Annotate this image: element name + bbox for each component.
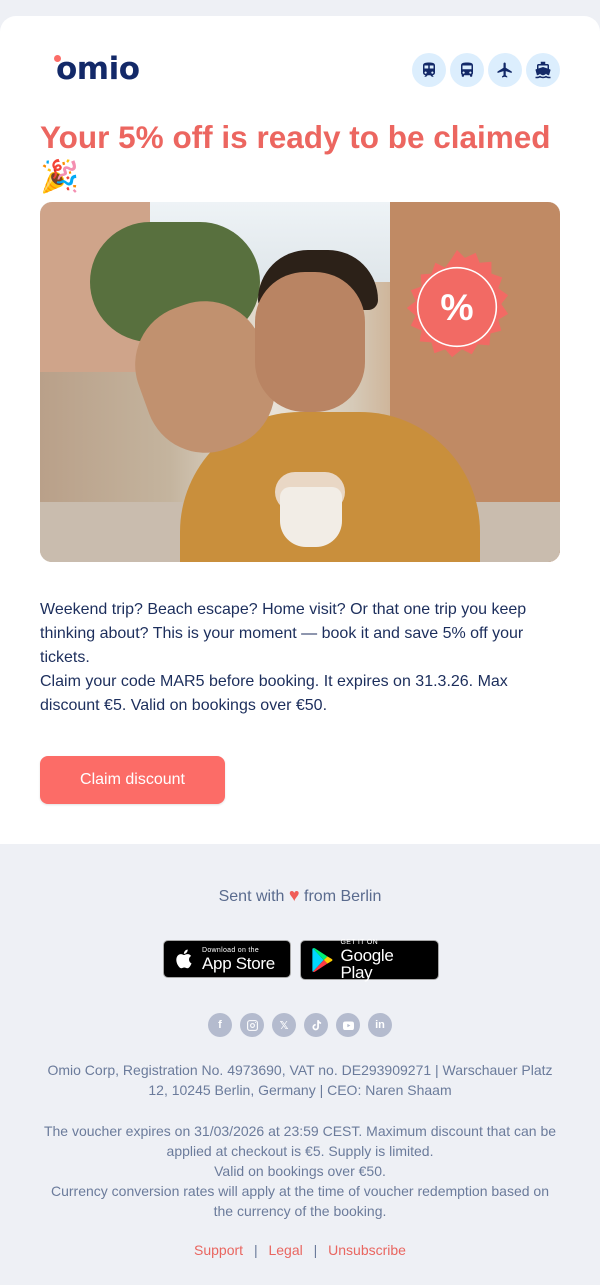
youtube-icon[interactable] xyxy=(336,1013,360,1037)
linkedin-icon[interactable]: in xyxy=(368,1013,392,1037)
app-store-badges: Download on the App Store GET IT ON Goog… xyxy=(163,939,439,981)
app-store-big: App Store xyxy=(202,953,275,973)
legal-link[interactable]: Legal xyxy=(268,1242,302,1258)
google-play-big: Google Play xyxy=(340,946,394,982)
hero-person-head xyxy=(255,272,365,412)
tiktok-icon[interactable] xyxy=(304,1013,328,1037)
hero-cup xyxy=(280,487,342,547)
app-store-button[interactable]: Download on the App Store xyxy=(163,940,291,978)
claim-discount-button[interactable]: Claim discount xyxy=(40,756,225,804)
company-info: Omio Corp, Registration No. 4973690, VAT… xyxy=(47,1062,553,1098)
instagram-icon[interactable] xyxy=(240,1013,264,1037)
badge-symbol: % xyxy=(440,286,473,328)
app-store-small: Download on the xyxy=(202,946,260,954)
logo-text: omio xyxy=(56,51,140,87)
body-paragraph-1: Weekend trip? Beach escape? Home visit? … xyxy=(40,601,527,666)
heart-icon: ♥ xyxy=(288,885,300,905)
link-separator: | xyxy=(313,1242,318,1258)
apple-icon xyxy=(176,949,192,969)
hero-image: % xyxy=(40,202,560,562)
percent-badge-icon: % xyxy=(406,249,509,358)
google-play-icon xyxy=(312,947,333,973)
body-copy: Weekend trip? Beach escape? Home visit? … xyxy=(40,598,560,718)
plane-icon[interactable] xyxy=(488,53,522,87)
sent-prefix: Sent with xyxy=(218,888,285,905)
train-icon[interactable] xyxy=(412,53,446,87)
app-store-label: Download on the App Store xyxy=(202,947,275,972)
sent-suffix: from Berlin xyxy=(304,888,382,905)
link-separator: | xyxy=(253,1242,258,1258)
body-paragraph-2: Claim your code MAR5 before booking. It … xyxy=(40,673,508,714)
x-icon[interactable]: 𝕏 xyxy=(272,1013,296,1037)
ferry-icon[interactable] xyxy=(526,53,560,87)
support-link[interactable]: Support xyxy=(194,1242,243,1258)
google-play-label: GET IT ON Google Play xyxy=(341,939,428,981)
unsubscribe-link[interactable]: Unsubscribe xyxy=(328,1242,406,1258)
voucher-terms-line: Valid on bookings over €50. xyxy=(214,1163,386,1179)
omio-logo[interactable]: omio xyxy=(54,51,164,87)
bus-icon[interactable] xyxy=(450,53,484,87)
sent-with-love: Sent with ♥ from Berlin xyxy=(0,885,600,906)
social-links: f 𝕏 in xyxy=(208,1013,392,1037)
page-title: Your 5% off is ready to be claimed 🎉 xyxy=(40,119,551,194)
voucher-terms-line: The voucher expires on 31/03/2026 at 23:… xyxy=(43,1123,557,1159)
google-play-small: GET IT ON xyxy=(340,939,378,946)
voucher-terms: The voucher expires on 31/03/2026 at 23:… xyxy=(40,1121,560,1221)
footer-links: Support | Legal | Unsubscribe xyxy=(0,1242,600,1258)
transport-modes xyxy=(412,53,560,87)
facebook-icon[interactable]: f xyxy=(208,1013,232,1037)
voucher-terms-line: Currency conversion rates will apply at … xyxy=(50,1183,550,1219)
google-play-button[interactable]: GET IT ON Google Play xyxy=(300,939,439,981)
